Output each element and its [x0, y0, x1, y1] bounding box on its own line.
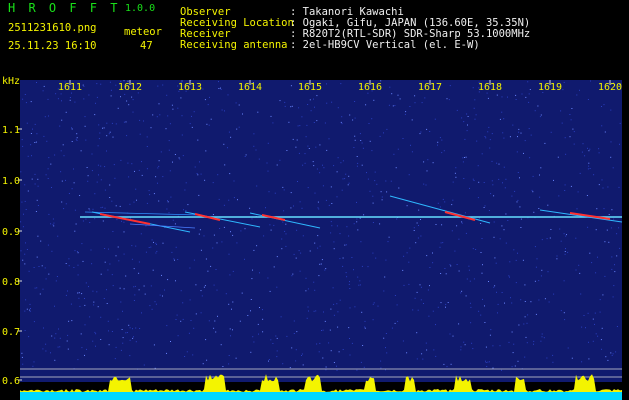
y-tick-label: 0.7 — [2, 327, 20, 338]
y-unit-label: kHz — [2, 76, 20, 87]
spectrogram: kHz 1.11.00.90.80.70.6 1611 1612 1613 1614 1… — [0, 72, 629, 400]
antenna-value: : 2el-HB9CV Vertical (el. E-W) — [290, 39, 480, 51]
header-panel: H R O F F T 1.0.0 2511231610.png meteor … — [0, 0, 629, 72]
meteor-label: meteor — [124, 26, 162, 38]
y-tick-label: 1.0 — [2, 176, 20, 187]
signal-level-base — [20, 392, 622, 400]
y-tick-label: 0.8 — [2, 277, 20, 288]
app-version: 1.0.0 — [125, 3, 156, 14]
meteor-count: 47 — [140, 40, 153, 52]
y-tick-label: 1.1 — [2, 125, 20, 136]
app-logo: H R O F F T — [8, 1, 121, 15]
antenna-label: Receiving antenna — [180, 39, 288, 51]
noise-field — [20, 80, 622, 382]
file-name: 2511231610.png — [8, 22, 97, 34]
y-tick-label: 0.9 — [2, 227, 20, 238]
date-time: 25.11.23 16:10 — [8, 40, 97, 52]
y-tick-label: 0.6 — [2, 376, 20, 387]
